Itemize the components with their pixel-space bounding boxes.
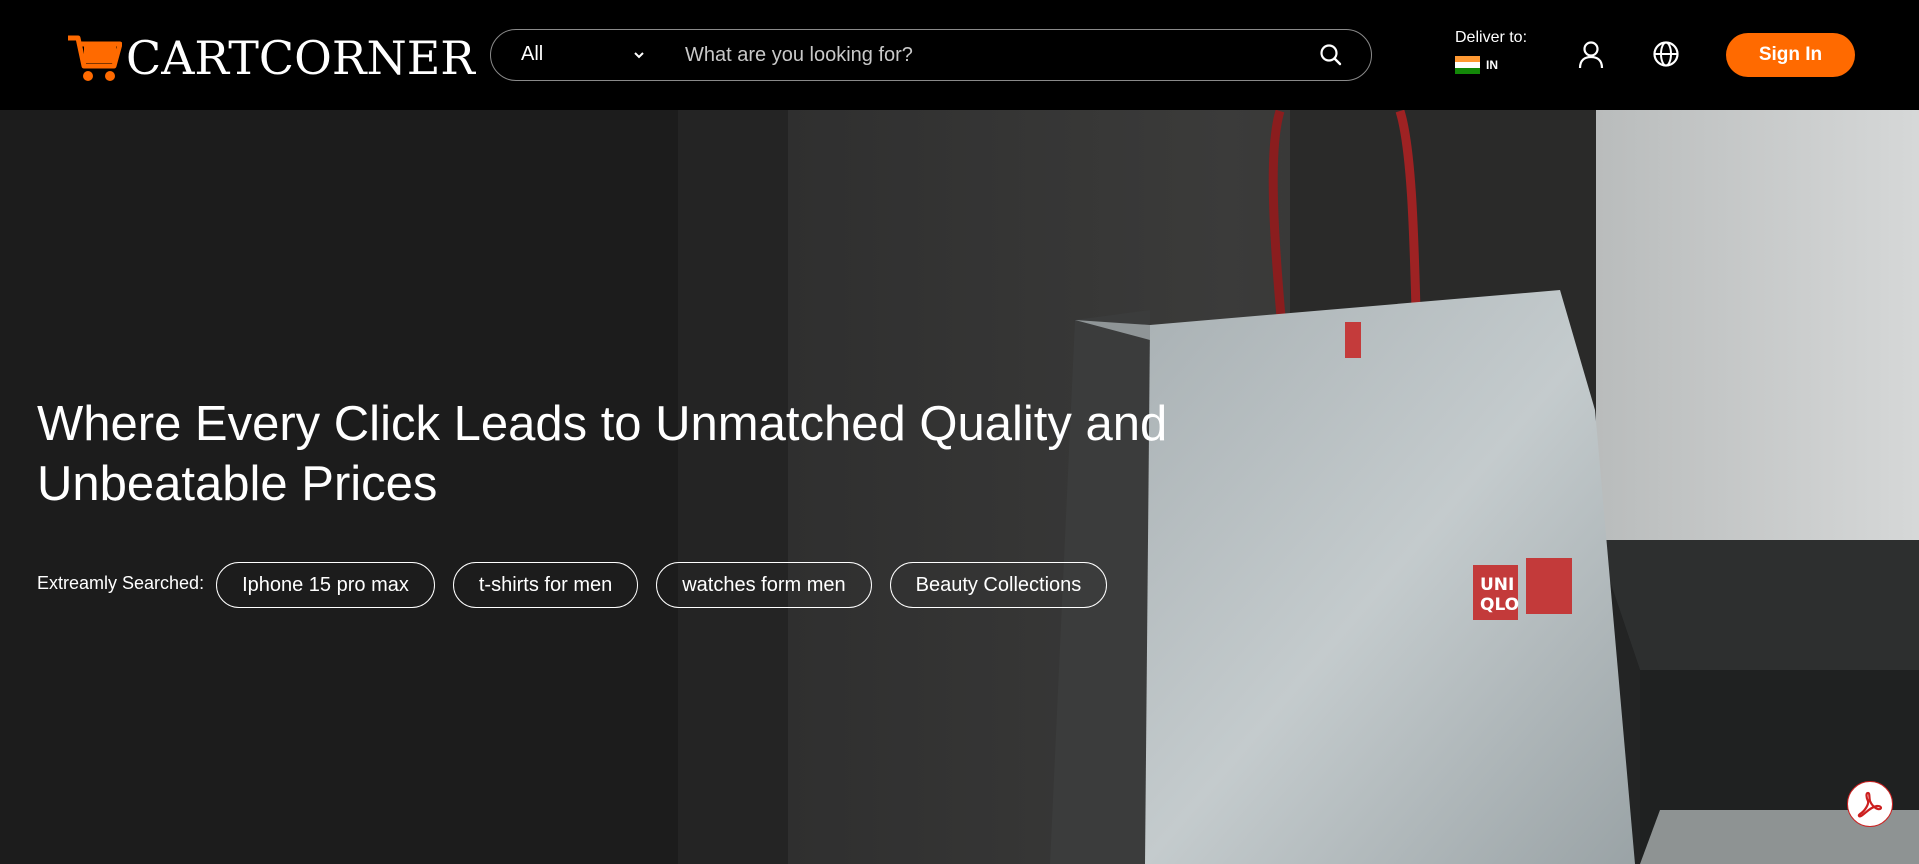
search-chip-tshirts[interactable]: t-shirts for men <box>452 562 639 608</box>
brand-logo[interactable]: CARTCORNER <box>66 30 475 86</box>
chevron-down-icon[interactable] <box>631 47 647 63</box>
deliver-country-code: IN <box>1486 58 1498 72</box>
search-bar: All <box>490 29 1372 81</box>
svg-text:QLO: QLO <box>1480 595 1519 615</box>
hero-banner: UNI QLO Where Every Click Leads to Unmat… <box>0 110 1919 864</box>
india-flag-icon <box>1455 56 1480 74</box>
svg-text:UNI: UNI <box>1480 575 1514 595</box>
search-category-select[interactable]: All <box>521 30 543 79</box>
acrobat-pdf-icon <box>1857 791 1883 818</box>
user-icon[interactable] <box>1577 40 1605 70</box>
pdf-button[interactable] <box>1847 781 1893 827</box>
deliver-label: Deliver to: <box>1455 29 1528 46</box>
hero-headline: Where Every Click Leads to Unmatched Qua… <box>37 397 1168 511</box>
sign-in-button[interactable]: Sign In <box>1726 33 1855 77</box>
search-chip-iphone[interactable]: Iphone 15 pro max <box>216 562 435 608</box>
globe-icon[interactable] <box>1652 40 1680 68</box>
cart-icon <box>68 35 122 81</box>
popular-searches-label: Extreamly Searched: <box>37 572 205 593</box>
search-icon[interactable] <box>1319 43 1343 67</box>
search-chip-watches[interactable]: watches form men <box>656 562 872 608</box>
brand-name: CARTCORNER <box>126 31 475 85</box>
deliver-to[interactable]: Deliver to: IN <box>1455 29 1527 74</box>
site-header: CARTCORNER All Deliver to: IN Sign In <box>0 0 1919 110</box>
search-input[interactable] <box>685 38 1285 72</box>
search-chip-beauty[interactable]: Beauty Collections <box>889 562 1108 608</box>
popular-searches: Extreamly Searched: Iphone 15 pro max t-… <box>37 562 1125 608</box>
